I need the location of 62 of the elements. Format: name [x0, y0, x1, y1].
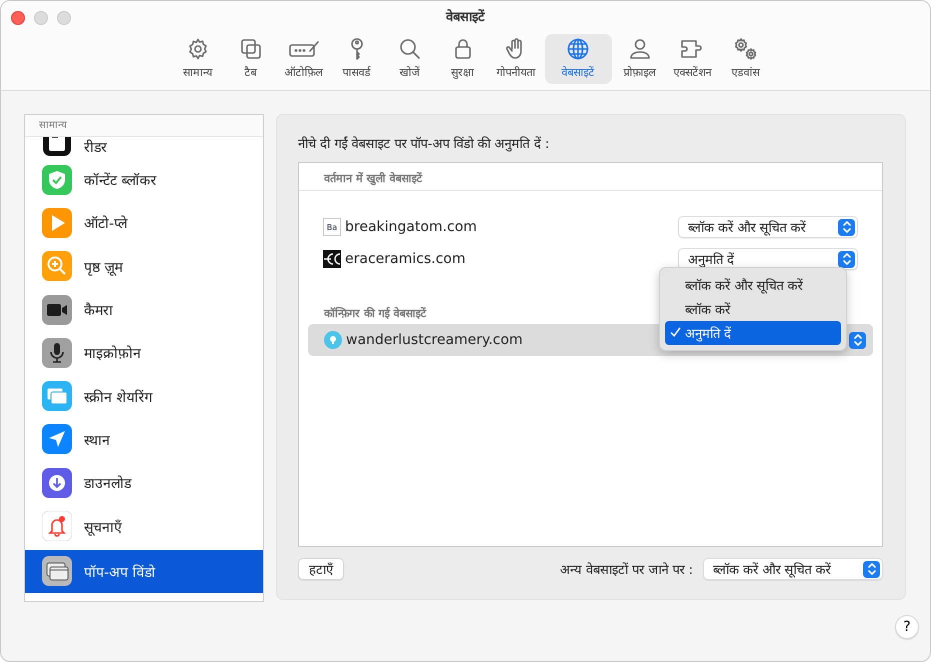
sidebar-item[interactable]: डाउनलोड [25, 461, 263, 504]
stepper-icon [838, 218, 855, 236]
sidebar-item[interactable]: कैमरा [25, 288, 263, 332]
sidebar-item[interactable]: स्थान [25, 418, 263, 462]
toolbar-tab[interactable]: पासवर्ड [332, 34, 382, 84]
menu-item[interactable]: ब्लॉक करें [665, 297, 841, 321]
window-title: वेबसाइटें [446, 8, 485, 25]
sidebar-item[interactable]: माइक्रोफ़ोन [25, 331, 263, 374]
checkmark-icon [670, 327, 681, 338]
menu-item[interactable]: ब्लॉक करें और सूचित करें [665, 273, 841, 297]
panel-heading: नीचे दी गईं वेबसाइट पर पॉप-अप विंडो की अनुमति दें : [298, 135, 550, 154]
setting-label: अन्य वेबसाइटों पर जाने पर : [560, 561, 693, 578]
toolbar-tab[interactable]: वेबसाइटें [544, 34, 612, 84]
sidebar-item[interactable]: सूचनाएँ [25, 504, 263, 548]
microphone-icon [42, 338, 72, 368]
sidebar-item[interactable]: पृष्ठ ज़ूम [25, 244, 263, 288]
stepper-icon [838, 250, 855, 268]
sidebar-item[interactable]: रीडर [25, 137, 263, 158]
remove-button[interactable]: हटाएँ [298, 558, 344, 580]
sidebar-item[interactable]: ऑटो-प्ले [25, 201, 263, 245]
search-icon [398, 36, 422, 62]
section-header: वर्तमान में खुली वेबसाइटें [299, 163, 882, 191]
minimize-button[interactable] [34, 11, 48, 25]
stepper-icon [863, 560, 880, 578]
toolbar-tab[interactable]: सुरक्षा [438, 34, 488, 84]
popup-button[interactable]: ब्लॉक करें और सूचित करें [678, 216, 858, 238]
zoom-in-icon [42, 251, 72, 282]
sidebar-item[interactable]: कॉन्टेंट ब्लॉकर [25, 158, 263, 202]
toolbar-tab[interactable]: सामान्य [172, 34, 222, 84]
tabs-icon [238, 36, 262, 62]
site-name: breakingatom.com [345, 219, 478, 235]
close-button[interactable] [11, 11, 25, 25]
lightbulb-icon [324, 331, 342, 349]
toolbar-tab[interactable]: प्रोफ़ाइल [614, 34, 664, 84]
site-logo-icon [323, 250, 341, 268]
stepper-icon [849, 332, 866, 348]
toolbar-tab[interactable]: एडवांस [720, 34, 770, 84]
site-name: eraceramics.com [345, 251, 466, 267]
toolbar-tab[interactable]: टैब [226, 34, 276, 84]
popup-button[interactable]: ब्लॉक करें और सूचित करें [703, 558, 883, 580]
globe-icon [566, 36, 590, 62]
bell-icon [42, 511, 72, 542]
play-icon [42, 208, 72, 238]
download-icon [42, 468, 72, 498]
gears-icon [732, 36, 758, 62]
screens-icon [42, 381, 72, 412]
site-logo: Ba [323, 218, 341, 236]
menu-item[interactable]: अनुमति दें [665, 321, 841, 345]
help-button[interactable]: ? [895, 615, 919, 639]
toolbar-tab[interactable]: गोपनीयता [490, 34, 542, 84]
toolbar-tab[interactable]: एक्सटेंशन [668, 34, 718, 84]
windows-icon [42, 556, 72, 586]
zoom-button[interactable] [57, 11, 71, 25]
sidebar-item[interactable]: पॉप-अप विंडो [25, 550, 263, 593]
shield-check-icon [42, 164, 72, 195]
section-header: सामान्य [25, 115, 263, 137]
toolbar-tab[interactable]: ऑटोफ़िल [278, 34, 328, 84]
section-header: कॉन्फ़िगर की गई वेबसाइटें [322, 306, 426, 322]
toolbar-tab[interactable]: खोजें [384, 34, 434, 84]
sidebar-item[interactable]: स्क्रीन शेयरिंग [25, 374, 263, 418]
person-icon [628, 36, 652, 62]
video-camera-icon [42, 294, 72, 325]
